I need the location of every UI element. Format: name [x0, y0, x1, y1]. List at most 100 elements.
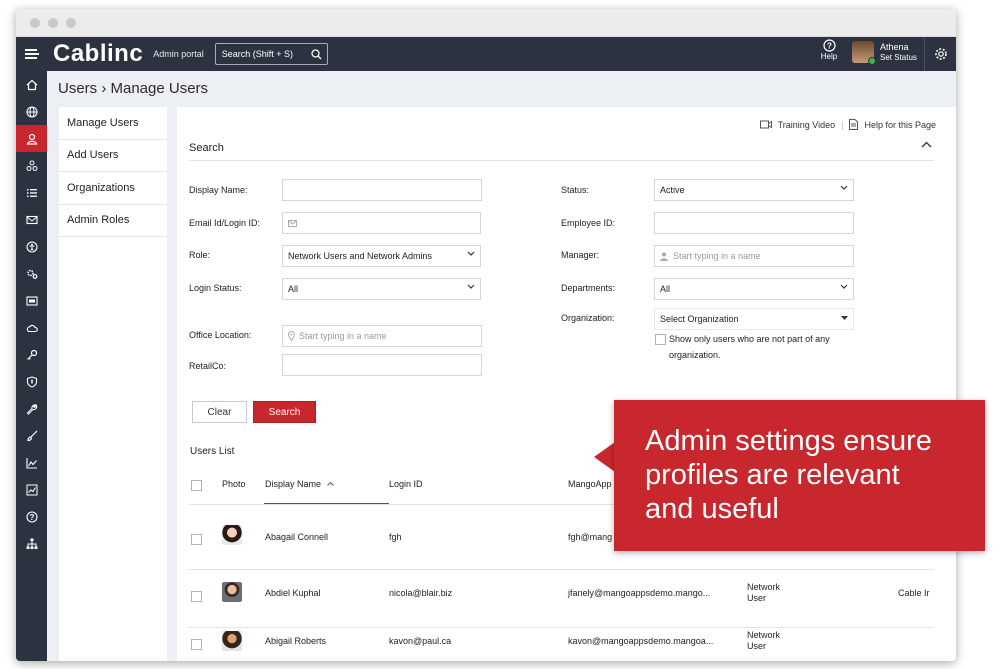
chevron-down-icon	[467, 251, 475, 256]
nav-cloud[interactable]	[16, 314, 47, 341]
nav-settings[interactable]	[16, 260, 47, 287]
manager-input[interactable]: Start typing in a name	[654, 245, 854, 267]
globe-icon	[25, 105, 38, 118]
help-icon: ?	[25, 510, 38, 523]
subnav-organizations[interactable]: Organizations	[59, 172, 167, 205]
gear-icon[interactable]	[924, 37, 956, 71]
column-login-id[interactable]: Login ID	[389, 479, 423, 489]
chevron-up-icon[interactable]	[921, 141, 932, 148]
callout-line-1: Admin settings ensure	[645, 425, 932, 457]
role-value: Network Users and Network Admins	[288, 251, 433, 261]
window-minimize-dot[interactable]	[48, 17, 58, 28]
row-user-type: Network User	[747, 630, 780, 652]
nav-wrench[interactable]	[16, 395, 47, 422]
nav-help[interactable]: ?	[16, 503, 47, 530]
shield-icon	[26, 375, 38, 388]
network-icon	[26, 160, 38, 172]
brand-logo[interactable]: Cablinc	[53, 40, 143, 68]
not-in-org-label-2: organization.	[669, 350, 721, 360]
window-maximize-dot[interactable]	[66, 17, 76, 28]
row-checkbox[interactable]	[191, 639, 202, 650]
row-company: Cable Ir	[898, 588, 930, 598]
page-title: Users › Manage Users	[58, 80, 209, 97]
mail-icon	[288, 219, 297, 227]
list-icon	[26, 187, 38, 199]
row-display-name[interactable]: Abagail Connell	[265, 532, 328, 542]
row-user-type-line2: User	[747, 593, 767, 603]
email-input[interactable]	[282, 212, 481, 234]
training-video-link[interactable]: Training Video	[778, 120, 836, 130]
row-divider	[189, 627, 934, 628]
nav-mail[interactable]	[16, 206, 47, 233]
subnav-manage-users[interactable]: Manage Users	[59, 107, 167, 140]
callout-arrow	[594, 442, 615, 472]
office-location-input[interactable]: Start typing in a name	[282, 325, 482, 347]
help-button[interactable]: ? Help	[815, 39, 843, 61]
employee-id-input[interactable]	[654, 212, 854, 234]
organization-select[interactable]: Select Organization	[654, 308, 854, 330]
clear-button[interactable]: Clear	[192, 401, 247, 423]
column-display-name[interactable]: Display Name	[265, 479, 334, 489]
video-icon	[759, 120, 772, 129]
nav-card[interactable]	[16, 287, 47, 314]
employee-id-label: Employee ID:	[561, 218, 616, 228]
display-name-input[interactable]	[282, 179, 482, 201]
nav-trends[interactable]	[16, 476, 47, 503]
search-label: Search (Shift + S)	[221, 49, 293, 59]
profile-menu[interactable]: Athena Set Status	[852, 41, 917, 65]
nav-brush[interactable]	[16, 422, 47, 449]
nav-org-chart[interactable]	[16, 530, 47, 557]
menu-icon[interactable]	[16, 37, 47, 71]
nav-users[interactable]	[16, 125, 47, 152]
nav-home[interactable]	[16, 71, 47, 98]
home-icon	[26, 79, 38, 91]
row-display-name[interactable]: Abigail Roberts	[265, 636, 326, 646]
search-icon	[311, 48, 322, 60]
nav-analytics[interactable]	[16, 449, 47, 476]
nav-list[interactable]	[16, 179, 47, 206]
nav-globe[interactable]	[16, 98, 47, 125]
row-checkbox[interactable]	[191, 534, 202, 545]
global-search-input[interactable]: Search (Shift + S)	[214, 43, 328, 65]
set-status-link[interactable]: Set Status	[880, 53, 917, 63]
row-checkbox[interactable]	[191, 591, 202, 602]
nav-key[interactable]	[16, 341, 47, 368]
row-email: jfanely@mangoappsdemo.mango...	[568, 588, 711, 598]
nav-shield[interactable]	[16, 368, 47, 395]
key-icon	[26, 349, 38, 361]
row-login-id: fgh	[389, 532, 402, 542]
subnav-admin-roles[interactable]: Admin Roles	[59, 205, 167, 237]
window-close-dot[interactable]	[30, 17, 40, 28]
left-nav: ?	[16, 71, 47, 661]
sub-nav: Manage Users Add Users Organizations Adm…	[59, 107, 167, 661]
card-icon	[25, 295, 38, 307]
office-location-label: Office Location:	[189, 330, 252, 340]
role-select[interactable]: Network Users and Network Admins	[282, 245, 481, 267]
status-select[interactable]: Active	[654, 179, 854, 201]
row-login-id: kavon@paul.ca	[389, 636, 452, 646]
retailco-input[interactable]	[282, 354, 482, 376]
location-pin-icon	[288, 331, 295, 341]
select-all-checkbox[interactable]	[191, 480, 202, 491]
search-section-header[interactable]: Search	[189, 141, 934, 161]
help-page-link[interactable]: Help for this Page	[864, 120, 936, 130]
nav-accessibility[interactable]	[16, 233, 47, 260]
email-label: Email Id/Login ID:	[189, 218, 261, 228]
login-status-select[interactable]: All	[282, 278, 481, 300]
not-in-org-checkbox[interactable]	[655, 334, 666, 345]
row-display-name[interactable]: Abdiel Kuphal	[265, 588, 321, 598]
nav-network[interactable]	[16, 152, 47, 179]
manager-label: Manager:	[561, 250, 600, 260]
help-icon: ?	[815, 39, 843, 52]
column-mangoapps[interactable]: MangoApp	[568, 479, 612, 489]
user-icon	[26, 133, 38, 145]
departments-select[interactable]: All	[654, 278, 854, 300]
section-title: Search	[189, 142, 224, 154]
subnav-add-users[interactable]: Add Users	[59, 140, 167, 172]
chevron-down-icon	[467, 284, 475, 289]
accessibility-icon	[25, 240, 38, 253]
callout-line-2: profiles are relevant	[645, 459, 900, 491]
departments-label: Departments:	[561, 283, 616, 293]
search-button[interactable]: Search	[253, 401, 316, 423]
online-status-dot	[868, 57, 876, 65]
